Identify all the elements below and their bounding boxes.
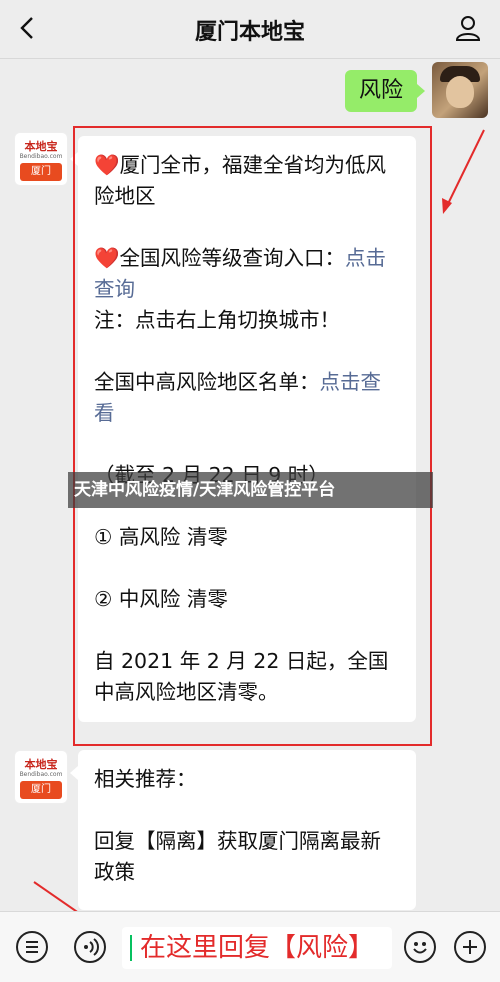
bot-avatar-city: 厦门 (20, 781, 62, 799)
title-banner: 天津中风险疫情/天津风险管控平台 (68, 472, 433, 508)
message-input[interactable]: 在这里回复【风险】 (122, 927, 392, 969)
text-cursor (130, 935, 132, 961)
message-line: ❤️厦门全市，福建全省均为低风险地区 (94, 150, 400, 212)
message-text: 全国中高风险地区名单： (94, 370, 320, 394)
top-bar: 厦门本地宝 (0, 0, 500, 59)
menu-list-icon[interactable] (16, 931, 48, 963)
message-line: 注：点击右上角切换城市！ (94, 308, 340, 332)
input-text: 在这里回复【风险】 (140, 933, 375, 963)
bot-avatar-logo: 本地宝 (24, 140, 58, 153)
my-avatar[interactable] (432, 62, 488, 118)
page-title: 厦门本地宝 (194, 20, 305, 45)
emoji-icon[interactable] (404, 931, 436, 963)
bot-message-bubble-1: ❤️厦门全市，福建全省均为低风险地区 ❤️全国风险等级查询入口：点击查询 注：点… (70, 136, 416, 722)
person-icon[interactable] (454, 14, 482, 42)
bot-avatar-domain: Bendibao.com (19, 771, 63, 778)
message-line: 全国中高风险地区名单：点击查看 (94, 367, 400, 429)
bot-avatar[interactable]: 本地宝 Bendibao.com 厦门 (14, 132, 68, 186)
bot-avatar-logo: 本地宝 (24, 758, 58, 771)
plus-icon[interactable] (454, 931, 486, 963)
bot-avatar[interactable]: 本地宝 Bendibao.com 厦门 (14, 750, 68, 804)
my-message-bubble[interactable]: 风险 (345, 70, 426, 112)
message-line: 相关推荐： (94, 767, 197, 791)
message-line: 回复【隔离】获取厦门隔离最新政策 (94, 829, 381, 884)
message-line: ② 中风险 清零 (94, 587, 228, 611)
bot-message-bubble-2: 相关推荐： 回复【隔离】获取厦门隔离最新政策 (70, 750, 416, 910)
message-line: 自 2021 年 2 月 22 日起，全国中高风险地区清零。 (94, 649, 389, 704)
message-line: ❤️全国风险等级查询入口：点击查询 (94, 243, 400, 305)
bot-avatar-city: 厦门 (20, 163, 62, 181)
bot-avatar-domain: Bendibao.com (19, 153, 63, 160)
message-text: 全国风险等级查询入口： (119, 246, 346, 270)
message-line: ① 高风险 清零 (94, 525, 228, 549)
avatar-face (446, 76, 474, 108)
voice-icon[interactable] (74, 931, 106, 963)
heart-icon: ❤️ (94, 153, 120, 177)
heart-icon: ❤️ (94, 246, 120, 270)
message-text: 厦门全市，福建全省均为低风险地区 (94, 153, 387, 208)
